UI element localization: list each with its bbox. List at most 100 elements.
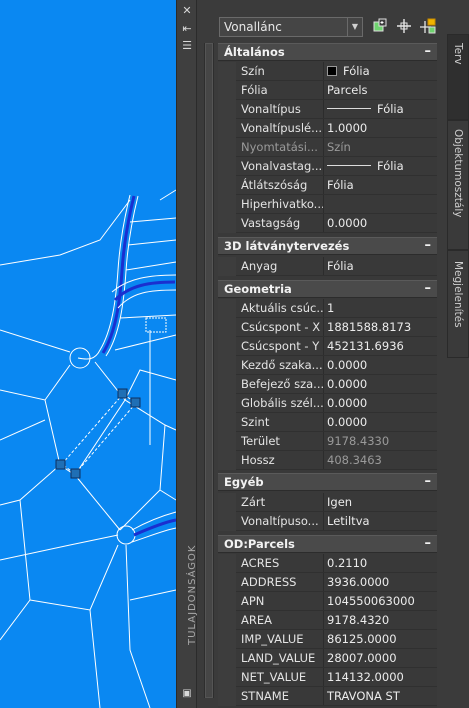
property-label: ADDRESS: [241, 575, 297, 589]
section-header-3d-visualization[interactable]: 3D látványtervezés –: [218, 237, 437, 255]
palette-title-bar[interactable]: ✕ ⇤ ☰ TULAJDONSÁGOK ▣: [177, 0, 198, 708]
property-value[interactable]: 104550063000: [327, 592, 435, 611]
property-row-transparency[interactable]: Átlátszóság Fólia: [218, 176, 437, 195]
property-row-vertex-x[interactable]: Csúcspont - X 1881588.8173: [218, 318, 437, 337]
property-row-imp-value[interactable]: IMP_VALUE 86125.0000: [218, 630, 437, 649]
property-value[interactable]: 114132.0000: [327, 668, 435, 687]
collapse-icon[interactable]: –: [425, 238, 432, 253]
auto-hide-icon[interactable]: ⇤: [180, 23, 194, 35]
collapse-icon[interactable]: –: [425, 536, 432, 551]
section-header-od-parcels[interactable]: OD:Parcels –: [218, 535, 437, 553]
property-row-linetype-generation[interactable]: Vonaltípuso... Letiltva: [218, 512, 437, 531]
property-row-end-segment-width[interactable]: Befejező sza... 0.0000: [218, 375, 437, 394]
property-value[interactable]: 0.2110: [327, 554, 435, 573]
property-value[interactable]: 0.0000: [327, 375, 435, 394]
property-row-global-width[interactable]: Globális szél... 0.0000: [218, 394, 437, 413]
property-row-color[interactable]: Szín Fólia: [218, 62, 437, 81]
property-row-linetype-scale[interactable]: Vonaltípuslé... 1.0000: [218, 119, 437, 138]
tab-design[interactable]: Terv: [447, 34, 469, 120]
collapse-icon[interactable]: –: [425, 44, 432, 59]
property-label: Nyomtatási...: [241, 140, 318, 154]
property-value[interactable]: 1881588.8173: [327, 318, 435, 337]
property-value[interactable]: Fólia: [327, 157, 435, 176]
property-value[interactable]: 0.0000: [327, 356, 435, 375]
property-row-material[interactable]: Anyag Fólia: [218, 257, 437, 276]
close-icon[interactable]: ✕: [180, 5, 194, 17]
property-row-lineweight[interactable]: Vonalvastag... Fólia: [218, 157, 437, 176]
property-row-closed[interactable]: Zárt Igen: [218, 493, 437, 512]
property-label: Kezdő szaka...: [241, 358, 323, 372]
property-row-stname[interactable]: STNAME TRAVONA ST: [218, 687, 437, 706]
property-label: Csúcspont - Y: [241, 339, 320, 353]
property-value[interactable]: Fólia: [327, 100, 435, 119]
section-title: Általános: [224, 45, 285, 59]
property-row-current-vertex[interactable]: Aktuális csúc... 1: [218, 299, 437, 318]
select-objects-icon[interactable]: [419, 17, 437, 35]
property-row-thickness[interactable]: Vastagság 0.0000: [218, 214, 437, 233]
property-value[interactable]: 1.0000: [327, 119, 435, 138]
property-row-start-segment-width[interactable]: Kezdő szaka... 0.0000: [218, 356, 437, 375]
options-icon[interactable]: ☰: [180, 40, 194, 52]
property-value[interactable]: Fólia: [327, 176, 435, 195]
property-row-land-value[interactable]: LAND_VALUE 28007.0000: [218, 649, 437, 668]
property-value[interactable]: Igen: [327, 493, 435, 512]
property-value[interactable]: 28007.0000: [327, 649, 435, 668]
property-label: Vonaltípus: [241, 102, 301, 116]
property-value[interactable]: [327, 195, 435, 214]
tab-display[interactable]: Megjelenítés: [447, 250, 469, 358]
scrollbar-thumb[interactable]: [205, 43, 213, 698]
property-value[interactable]: Fólia: [327, 257, 435, 276]
section-title: OD:Parcels: [224, 537, 295, 551]
property-value[interactable]: Letiltva: [327, 512, 435, 531]
property-label: Átlátszóság: [241, 178, 308, 192]
grip-handle[interactable]: [70, 468, 81, 479]
property-row-address[interactable]: ADDRESS 3936.0000: [218, 573, 437, 592]
property-row-acres[interactable]: ACRES 0.2110: [218, 554, 437, 573]
property-value[interactable]: Fólia: [327, 62, 435, 81]
property-row-apn[interactable]: APN 104550063000: [218, 592, 437, 611]
property-label: STNAME: [241, 689, 289, 703]
collapse-icon[interactable]: –: [425, 474, 432, 489]
property-row-area-od[interactable]: AREA 9178.4320: [218, 611, 437, 630]
pick-add-icon[interactable]: [395, 17, 413, 35]
property-value[interactable]: Parcels: [327, 81, 435, 100]
property-value[interactable]: 1: [327, 299, 435, 318]
grip-handle[interactable]: [130, 397, 141, 408]
property-value[interactable]: TRAVONA ST: [327, 687, 435, 706]
property-label: Aktuális csúc...: [241, 301, 323, 315]
section-header-general[interactable]: Általános –: [218, 43, 437, 61]
object-type-dropdown[interactable]: Vonallánc ▼: [219, 17, 363, 37]
property-value[interactable]: 86125.0000: [327, 630, 435, 649]
section-header-misc[interactable]: Egyéb –: [218, 473, 437, 491]
scrollbar[interactable]: [204, 43, 214, 698]
property-label: NET_VALUE: [241, 670, 307, 684]
property-grid: Általános – Szín Fólia Fólia Parcels Vonal…: [218, 43, 437, 708]
property-label: LAND_VALUE: [241, 651, 316, 665]
property-label: IMP_VALUE: [241, 632, 304, 646]
grip-handle[interactable]: [55, 459, 66, 470]
tab-object-class[interactable]: Objektumosztály: [447, 120, 469, 250]
grip-handle[interactable]: [117, 388, 128, 399]
property-value[interactable]: 0.0000: [327, 413, 435, 432]
property-value[interactable]: 452131.6936: [327, 337, 435, 356]
property-row-length: Hossz 408.3463: [218, 451, 437, 470]
palette-menu-icon[interactable]: ▣: [180, 688, 194, 700]
property-row-plot-style[interactable]: Nyomtatási... Szín: [218, 138, 437, 157]
property-row-net-value[interactable]: NET_VALUE 114132.0000: [218, 668, 437, 687]
quick-select-icon[interactable]: [371, 17, 389, 35]
collapse-icon[interactable]: –: [425, 281, 432, 296]
property-value: 408.3463: [327, 453, 382, 467]
property-row-layer[interactable]: Fólia Parcels: [218, 81, 437, 100]
section-header-geometry[interactable]: Geometria –: [218, 280, 437, 298]
property-row-hyperlink[interactable]: Hiperhivatko...: [218, 195, 437, 214]
chevron-down-icon[interactable]: ▼: [347, 18, 362, 36]
property-value[interactable]: 0.0000: [327, 214, 435, 233]
property-value[interactable]: 3936.0000: [327, 573, 435, 592]
property-label: APN: [241, 594, 265, 608]
linetype-preview-icon: [327, 108, 371, 109]
property-value[interactable]: 0.0000: [327, 394, 435, 413]
property-row-elevation[interactable]: Szint 0.0000: [218, 413, 437, 432]
property-value[interactable]: 9178.4320: [327, 611, 435, 630]
property-row-linetype[interactable]: Vonaltípus Fólia: [218, 100, 437, 119]
property-row-vertex-y[interactable]: Csúcspont - Y 452131.6936: [218, 337, 437, 356]
